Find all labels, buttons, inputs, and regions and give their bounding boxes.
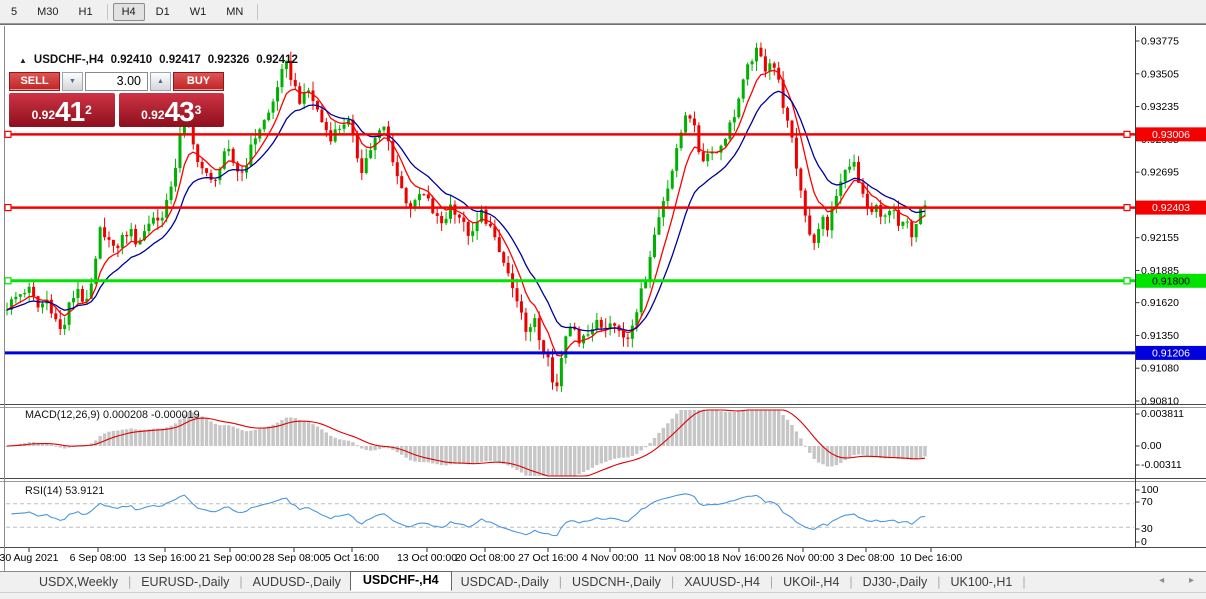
svg-text:0.92155: 0.92155 [1141, 232, 1179, 244]
buy-button[interactable]: BUY [173, 72, 224, 91]
buy-price-pip: 3 [194, 103, 202, 117]
one-click-collapse-icon[interactable]: ▲ [19, 56, 27, 65]
svg-text:5 Oct 16:00: 5 Oct 16:00 [325, 552, 379, 564]
tab-scroll-right-icon[interactable]: ▸ [1189, 575, 1194, 586]
svg-text:18 Nov 16:00: 18 Nov 16:00 [708, 552, 771, 564]
sell-price-pip: 2 [85, 103, 92, 117]
sell-price-display[interactable]: 0.92 41 2 [9, 93, 115, 127]
buy-price-prefix: 0.92 [141, 108, 165, 122]
quote-header: ▲ USDCHF-,H4 0.92410 0.92417 0.92326 0.9… [19, 54, 298, 66]
one-click-trade-widget: SELL ▼ 3.00 ▲ BUY 0.92 41 2 0.92 43 3 [9, 72, 224, 127]
sell-price-big: 41 [55, 96, 85, 127]
toolbar-separator [257, 3, 259, 20]
timeframe-m30[interactable]: M30 [28, 3, 67, 21]
timeframe-d1[interactable]: D1 [147, 3, 179, 21]
svg-text:0.90810: 0.90810 [1141, 396, 1179, 408]
svg-text:0.92695: 0.92695 [1141, 167, 1179, 179]
svg-text:3 Dec 08:00: 3 Dec 08:00 [838, 552, 895, 564]
svg-text:0.93505: 0.93505 [1141, 68, 1179, 80]
svg-text:0.91350: 0.91350 [1141, 330, 1179, 342]
tab-audusd-daily[interactable]: AUDUSD-,Daily [244, 574, 350, 591]
volume-decrease-button[interactable]: ▼ [62, 72, 83, 91]
volume-increase-button[interactable]: ▲ [150, 72, 171, 91]
tab-usdcad-daily[interactable]: USDCAD-,Daily [452, 574, 558, 591]
volume-input[interactable]: 3.00 [85, 72, 148, 91]
tab-ukoil-h4[interactable]: UKOil-,H4 [774, 574, 848, 591]
svg-text:0.91800: 0.91800 [1152, 275, 1190, 287]
svg-text:0.92403: 0.92403 [1152, 202, 1190, 214]
svg-text:0.91080: 0.91080 [1141, 363, 1179, 375]
svg-text:-0.00311: -0.00311 [1141, 459, 1182, 471]
quote-open: 0.92410 [110, 54, 153, 66]
svg-text:27 Oct 16:00: 27 Oct 16:00 [518, 552, 578, 564]
rsi-label: RSI(14) 53.9121 [25, 485, 104, 497]
sell-price-prefix: 0.92 [31, 108, 55, 122]
svg-text:10 Dec 16:00: 10 Dec 16:00 [900, 552, 963, 564]
tab-usdchf-h4[interactable]: USDCHF-,H4 [349, 571, 452, 591]
svg-text:0.93006: 0.93006 [1152, 129, 1190, 141]
svg-text:21 Sep 00:00: 21 Sep 00:00 [199, 552, 262, 564]
svg-text:0.91206: 0.91206 [1152, 347, 1190, 359]
timeframe-toolbar: 5 M30 H1 H4 D1 W1 MN [0, 0, 1206, 24]
chart-window: 0.937750.935050.932350.929650.926950.921… [0, 24, 1206, 572]
buy-price-display[interactable]: 0.92 43 3 [118, 93, 224, 127]
quote-close: 0.92412 [256, 54, 298, 66]
svg-text:26 Nov 00:00: 26 Nov 00:00 [772, 552, 835, 564]
svg-text:0.91620: 0.91620 [1141, 297, 1179, 309]
chart-tab-bar: USDX,Weekly | EURUSD-,Daily | AUDUSD-,Daily U… [0, 571, 1206, 592]
svg-text:0: 0 [1141, 536, 1147, 548]
tab-eurusd-daily[interactable]: EURUSD-,Daily [132, 574, 238, 591]
tab-xauusd-h4[interactable]: XAUUSD-,H4 [675, 574, 769, 591]
sell-button[interactable]: SELL [9, 72, 60, 91]
quote-symbol: USDCHF-,H4 [33, 54, 104, 66]
tab-separator: | [1022, 575, 1026, 589]
svg-text:20 Oct 08:00: 20 Oct 08:00 [455, 552, 515, 564]
quote-high: 0.92417 [159, 54, 201, 66]
svg-text:0.003811: 0.003811 [1141, 408, 1184, 420]
quote-low: 0.92326 [207, 54, 250, 66]
toolbar-separator [106, 3, 108, 20]
timeframe-w1[interactable]: W1 [181, 3, 216, 21]
svg-text:13 Oct 00:00: 13 Oct 00:00 [397, 552, 457, 564]
svg-text:0.93775: 0.93775 [1141, 36, 1179, 48]
buy-price-big: 43 [164, 96, 195, 127]
timeframe-5[interactable]: 5 [2, 3, 26, 21]
tab-usdcnh-daily[interactable]: USDCNH-,Daily [563, 574, 670, 591]
tab-scroll-arrows: ◂ ▸ [1137, 575, 1194, 586]
svg-text:6 Sep 08:00: 6 Sep 08:00 [70, 552, 127, 564]
svg-text:4 Nov 00:00: 4 Nov 00:00 [582, 552, 639, 564]
svg-text:100: 100 [1141, 484, 1159, 496]
svg-text:11 Nov 08:00: 11 Nov 08:00 [644, 552, 706, 564]
svg-text:0.00: 0.00 [1141, 440, 1162, 452]
svg-text:0.93235: 0.93235 [1141, 101, 1179, 113]
macd-label: MACD(12,26,9) 0.000208 -0.000019 [25, 409, 200, 421]
svg-text:30 Aug 2021: 30 Aug 2021 [0, 552, 59, 564]
svg-text:30: 30 [1141, 523, 1153, 535]
tab-usdx-weekly[interactable]: USDX,Weekly [30, 574, 127, 591]
tab-uk100-h1[interactable]: UK100-,H1 [942, 574, 1022, 591]
tab-scroll-left-icon[interactable]: ◂ [1159, 575, 1164, 586]
timeframe-mn[interactable]: MN [217, 3, 252, 21]
timeframe-h1[interactable]: H1 [70, 3, 102, 21]
svg-text:13 Sep 16:00: 13 Sep 16:00 [134, 552, 197, 564]
svg-text:28 Sep 08:00: 28 Sep 08:00 [263, 552, 326, 564]
tab-dj30-daily[interactable]: DJ30-,Daily [854, 574, 937, 591]
svg-text:70: 70 [1141, 496, 1153, 508]
timeframe-h4[interactable]: H4 [112, 2, 145, 21]
